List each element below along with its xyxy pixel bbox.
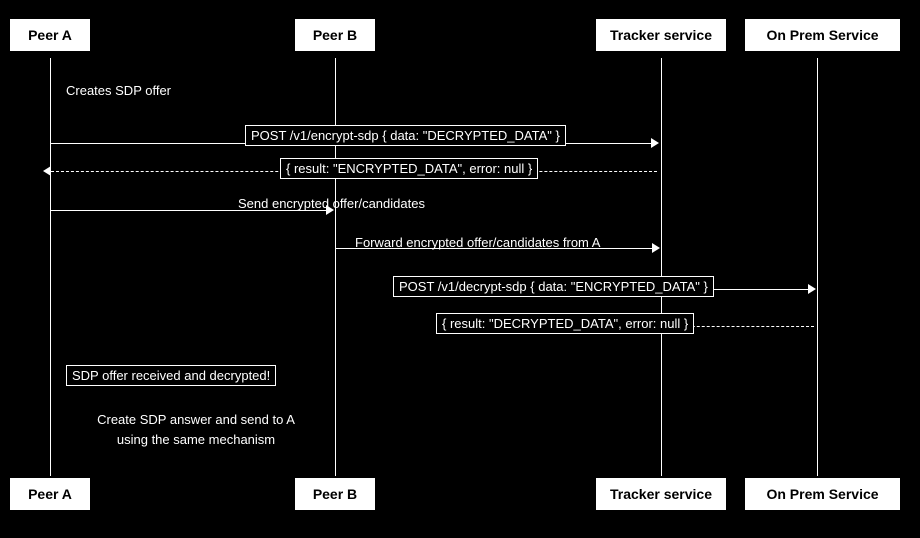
lifeline-peerB — [335, 58, 336, 476]
arrow-post-encrypt-head — [651, 138, 659, 148]
create-sdp-answer-label: Create SDP answer and send to Ausing the… — [66, 410, 326, 449]
result-encrypted-label: { result: "ENCRYPTED_DATA", error: null … — [280, 158, 538, 179]
actor-onprem-bot: On Prem Service — [745, 478, 900, 510]
actor-peerA-bot: Peer A — [10, 478, 90, 510]
actor-tracker-top: Tracker service — [596, 19, 726, 51]
lifeline-peerA — [50, 58, 51, 476]
actor-peerB-bot: Peer B — [295, 478, 375, 510]
actor-tracker-bot: Tracker service — [596, 478, 726, 510]
sequence-diagram: Peer A Peer B Tracker service On Prem Se… — [0, 0, 920, 538]
sdp-offer-received-label: SDP offer received and decrypted! — [66, 365, 276, 386]
forward-encrypted-label: Forward encrypted offer/candidates from … — [355, 235, 600, 250]
creates-sdp-label: Creates SDP offer — [66, 83, 171, 98]
post-encrypt-label: POST /v1/encrypt-sdp { data: "DECRYPTED_… — [245, 125, 566, 146]
lifeline-tracker — [661, 58, 662, 476]
actor-onprem-top: On Prem Service — [745, 19, 900, 51]
arrow-post-decrypt-head — [808, 284, 816, 294]
lifeline-onprem — [817, 58, 818, 476]
arrow-result-encrypted-head — [43, 166, 51, 176]
result-decrypted-label: { result: "DECRYPTED_DATA", error: null … — [436, 313, 694, 334]
send-encrypted-label: Send encrypted offer/candidates — [238, 196, 425, 211]
arrow-forward-head — [652, 243, 660, 253]
actor-peerA-top: Peer A — [10, 19, 90, 51]
post-decrypt-label: POST /v1/decrypt-sdp { data: "ENCRYPTED_… — [393, 276, 714, 297]
actor-peerB-top: Peer B — [295, 19, 375, 51]
